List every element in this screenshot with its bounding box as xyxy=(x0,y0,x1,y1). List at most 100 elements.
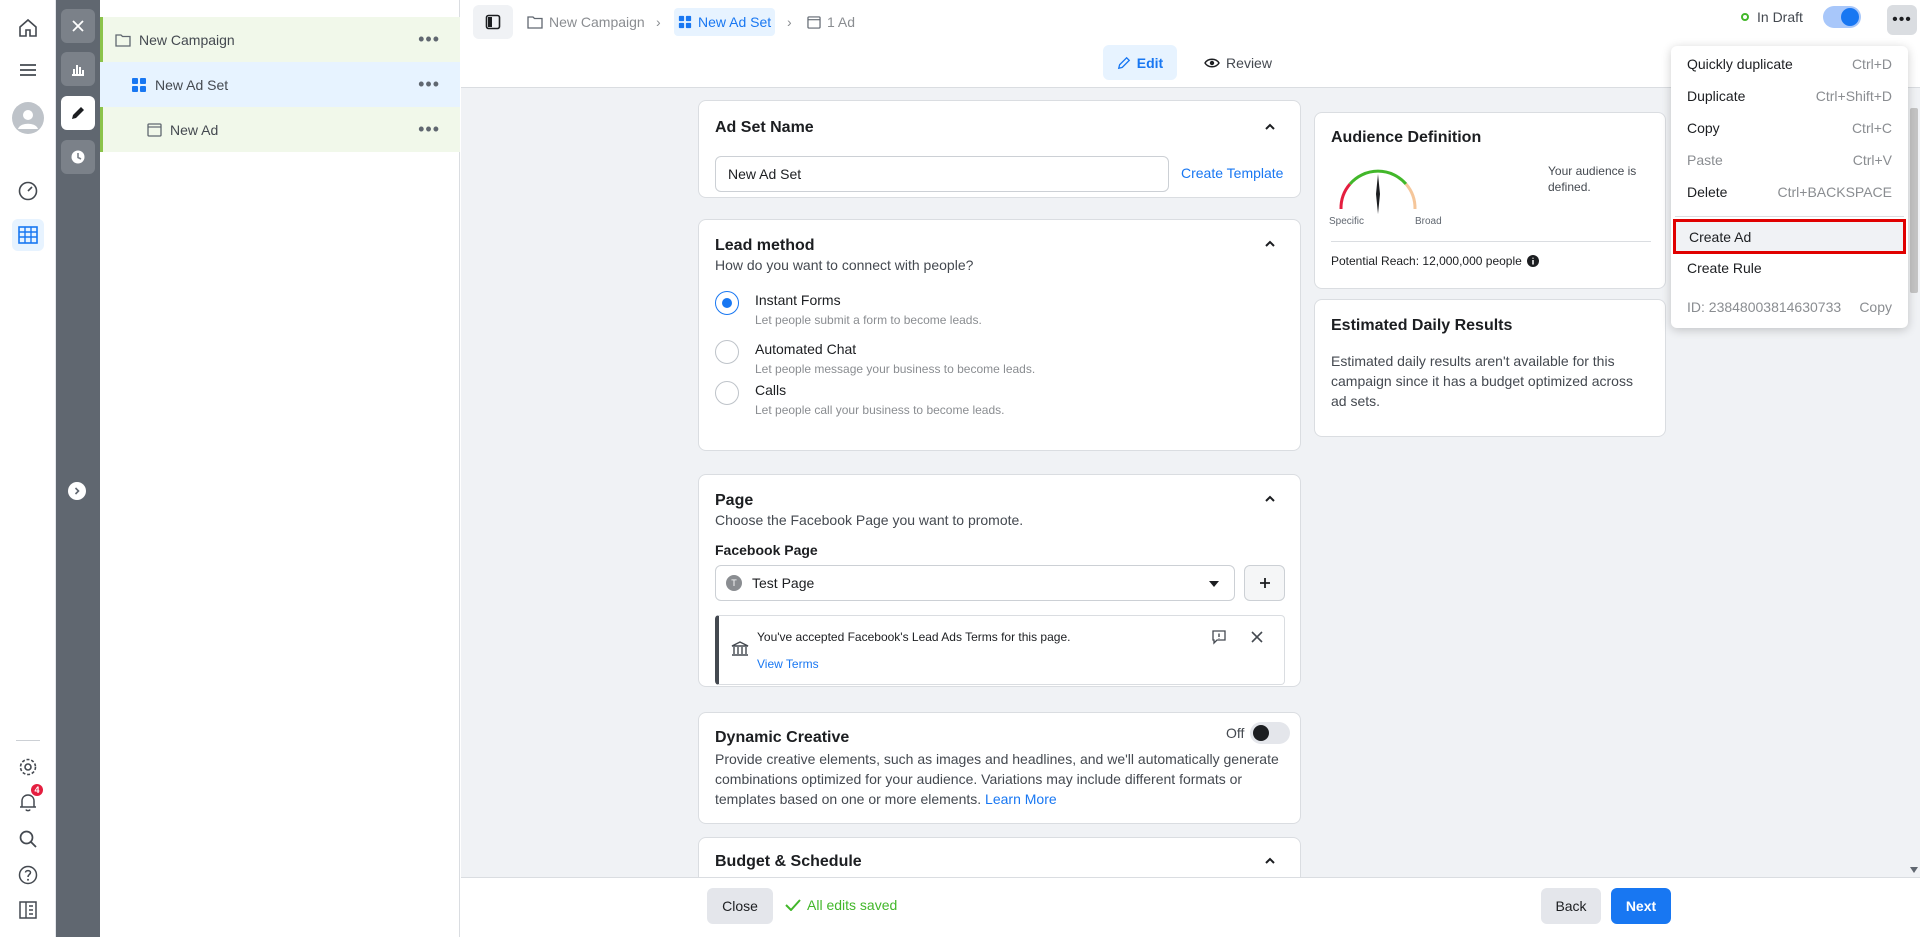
create-template-link[interactable]: Create Template xyxy=(1181,165,1283,181)
draft-status: In Draft xyxy=(1741,6,1861,28)
adset-more-icon[interactable]: ••• xyxy=(418,62,440,107)
search-icon[interactable] xyxy=(12,823,44,855)
scroll-down-icon xyxy=(1910,867,1918,873)
radio-calls[interactable] xyxy=(715,381,739,405)
radio-instant-forms[interactable] xyxy=(715,291,739,315)
breadcrumb-adset[interactable]: New Ad Set xyxy=(674,8,776,36)
radio-automated-chat[interactable] xyxy=(715,340,739,364)
folder-icon xyxy=(527,16,543,29)
chevron-up-icon[interactable] xyxy=(1264,121,1276,133)
expand-panel-button[interactable] xyxy=(68,482,86,500)
view-terms-link[interactable]: View Terms xyxy=(757,657,819,671)
breadcrumb-ad[interactable]: 1 Ad xyxy=(807,8,855,36)
footer-bar: Close All edits saved Back Next xyxy=(461,877,1920,937)
close-icon[interactable] xyxy=(1251,631,1263,643)
gear-icon[interactable] xyxy=(12,751,44,783)
ad-more-icon[interactable]: ••• xyxy=(418,107,440,152)
chevron-up-icon[interactable] xyxy=(1264,238,1276,250)
chevron-up-icon[interactable] xyxy=(1264,493,1276,505)
ads-manager-icon[interactable] xyxy=(12,219,44,251)
menu-icon[interactable] xyxy=(12,54,44,86)
tab-edit-label: Edit xyxy=(1136,54,1164,71)
avatar[interactable] xyxy=(12,102,44,134)
learn-more-link[interactable]: Learn More xyxy=(985,791,1057,807)
menu-divider xyxy=(1675,216,1904,217)
scrollbar-thumb[interactable] xyxy=(1910,108,1918,293)
home-icon[interactable] xyxy=(12,12,44,44)
help-icon[interactable] xyxy=(12,859,44,891)
eye-icon xyxy=(1204,58,1220,67)
chevron-up-icon[interactable] xyxy=(1264,855,1276,867)
main-scrollbar[interactable] xyxy=(1908,88,1920,877)
page-card: Page Choose the Facebook Page you want t… xyxy=(698,474,1301,687)
audience-gauge xyxy=(1339,169,1417,214)
dynamic-creative-card: Dynamic Creative Off Provide creative el… xyxy=(698,712,1301,824)
back-button[interactable]: Back xyxy=(1541,888,1601,924)
audience-definition-card: Audience Definition Specific Broad Your … xyxy=(1314,112,1666,289)
chevron-right-icon xyxy=(74,487,80,495)
menu-delete[interactable]: Delete Ctrl+BACKSPACE xyxy=(1671,176,1908,208)
ad-icon xyxy=(807,15,821,29)
menu-quickly-duplicate[interactable]: Quickly duplicate Ctrl+D xyxy=(1671,48,1908,80)
adset-grid-icon xyxy=(678,15,692,29)
menu-paste[interactable]: Paste Ctrl+V xyxy=(1671,144,1908,176)
info-icon[interactable] xyxy=(1526,255,1539,267)
tab-review[interactable]: Review xyxy=(1193,45,1283,80)
automated-chat-label: Automated Chat xyxy=(755,341,857,357)
dynamic-creative-toggle[interactable] xyxy=(1250,722,1290,744)
toggle-sidebar-button[interactable] xyxy=(473,5,513,39)
potential-reach-text: Potential Reach: 12,000,000 people xyxy=(1331,254,1522,268)
menu-item-shortcut: Ctrl+Shift+D xyxy=(1815,88,1892,104)
campaign-more-icon[interactable]: ••• xyxy=(418,17,440,62)
tree-item-ad[interactable]: New Ad ••• xyxy=(100,107,460,152)
tree-item-campaign[interactable]: New Campaign ••• xyxy=(100,17,460,62)
menu-create-ad[interactable]: Create Ad xyxy=(1673,219,1906,254)
selected-page-label: Test Page xyxy=(752,575,815,591)
menu-item-label: Create Ad xyxy=(1689,228,1752,245)
close-button[interactable]: Close xyxy=(707,888,773,924)
copy-id-button[interactable]: Copy xyxy=(1859,299,1892,315)
pencil-icon xyxy=(72,107,84,119)
menu-id-row: ID: 23848003814630733 Copy xyxy=(1671,291,1908,323)
report-icon[interactable] xyxy=(12,894,44,926)
performance-icon[interactable] xyxy=(12,175,44,207)
instant-forms-label: Instant Forms xyxy=(755,292,841,308)
rail-divider xyxy=(16,740,40,741)
calls-label: Calls xyxy=(755,382,787,398)
menu-item-shortcut: Ctrl+D xyxy=(1851,56,1892,72)
estimated-title: Estimated Daily Results xyxy=(1331,317,1513,334)
history-button[interactable] xyxy=(61,140,95,174)
editor-toolbar xyxy=(56,0,100,937)
dynamic-creative-title: Dynamic Creative xyxy=(715,729,850,746)
checkmark-icon xyxy=(785,899,801,911)
facebook-page-select[interactable]: T Test Page xyxy=(715,565,1235,601)
bell-icon[interactable]: 4 xyxy=(12,784,44,818)
terms-text: You've accepted Facebook's Lead Ads Term… xyxy=(757,630,1071,644)
tab-edit[interactable]: Edit xyxy=(1103,45,1177,80)
more-actions-button[interactable]: ••• xyxy=(1887,5,1917,35)
breadcrumb-campaign[interactable]: New Campaign xyxy=(527,8,645,36)
tab-review-label: Review xyxy=(1226,54,1272,71)
page-avatar: T xyxy=(726,575,742,591)
adset-name-input[interactable]: New Ad Set xyxy=(715,156,1169,192)
edit-button[interactable] xyxy=(61,96,95,130)
tree-item-adset[interactable]: New Ad Set ••• xyxy=(100,62,460,107)
add-page-button[interactable] xyxy=(1244,565,1285,601)
menu-duplicate[interactable]: Duplicate Ctrl+Shift+D xyxy=(1671,80,1908,112)
automated-chat-desc: Let people message your business to beco… xyxy=(755,362,1036,376)
close-editor-button[interactable] xyxy=(61,9,95,43)
page-subtitle: Choose the Facebook Page you want to pro… xyxy=(715,512,1024,528)
calls-desc: Let people call your business to become … xyxy=(755,403,1005,417)
menu-create-rule[interactable]: Create Rule xyxy=(1671,252,1908,284)
dynamic-creative-desc: Provide creative elements, such as image… xyxy=(715,749,1285,809)
feedback-icon[interactable] xyxy=(1211,629,1227,645)
next-button[interactable]: Next xyxy=(1611,888,1671,924)
folder-icon xyxy=(115,33,131,47)
menu-item-shortcut: Ctrl+V xyxy=(1852,152,1892,168)
status-toggle[interactable] xyxy=(1822,6,1861,28)
caret-down-icon xyxy=(1209,581,1219,587)
menu-item-label: Copy xyxy=(1687,120,1720,136)
charts-button[interactable] xyxy=(61,52,95,86)
notification-badge: 4 xyxy=(31,784,43,796)
menu-copy[interactable]: Copy Ctrl+C xyxy=(1671,112,1908,144)
